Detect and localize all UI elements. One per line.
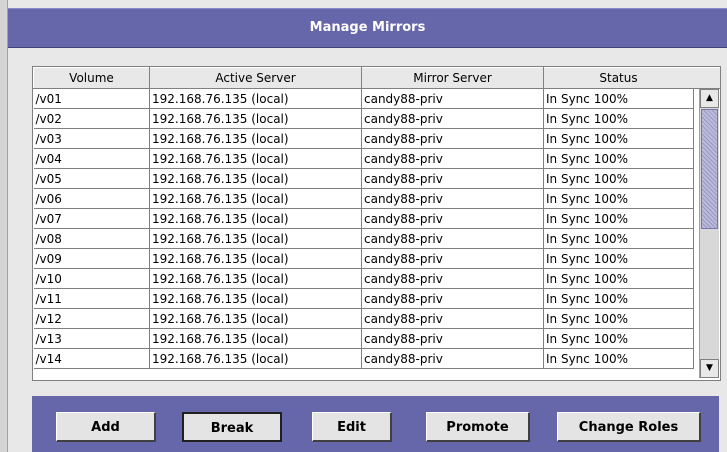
- cell-active-server: 192.168.76.135 (local): [149, 308, 362, 329]
- cell-mirror-server: candy88-priv: [361, 288, 544, 309]
- table-row[interactable]: /v01 192.168.76.135 (local) candy88-priv In…: [33, 88, 694, 109]
- table-row[interactable]: /v12 192.168.76.135 (local) candy88-priv In…: [33, 308, 694, 329]
- promote-button[interactable]: Promote: [426, 412, 530, 442]
- cell-mirror-server: candy88-priv: [361, 128, 544, 149]
- cell-volume: /v07: [33, 208, 150, 229]
- column-header-volume[interactable]: Volume: [33, 67, 150, 89]
- cell-status: In Sync 100%: [543, 188, 694, 209]
- cell-mirror-server: candy88-priv: [361, 308, 544, 329]
- table-row[interactable]: /v08 192.168.76.135 (local) candy88-priv In…: [33, 228, 694, 249]
- scrollbar-thumb[interactable]: [701, 109, 718, 229]
- manage-mirrors-panel: Manage Mirrors Volume Active Server Mirr…: [8, 0, 727, 452]
- action-button-bar: Add Break Edit Promote Change Roles: [32, 396, 719, 452]
- cell-volume: /v13: [33, 328, 150, 349]
- cell-active-server: 192.168.76.135 (local): [149, 288, 362, 309]
- cell-active-server: 192.168.76.135 (local): [149, 348, 362, 369]
- cell-mirror-server: candy88-priv: [361, 228, 544, 249]
- cell-volume: /v03: [33, 128, 150, 149]
- cell-status: In Sync 100%: [543, 248, 694, 269]
- table-row[interactable]: /v02 192.168.76.135 (local) candy88-priv In…: [33, 108, 694, 129]
- cell-mirror-server: candy88-priv: [361, 108, 544, 129]
- table-row[interactable]: /v10 192.168.76.135 (local) candy88-priv In…: [33, 268, 694, 289]
- cell-active-server: 192.168.76.135 (local): [149, 208, 362, 229]
- cell-status: In Sync 100%: [543, 328, 694, 349]
- cell-mirror-server: candy88-priv: [361, 348, 544, 369]
- cell-mirror-server: candy88-priv: [361, 248, 544, 269]
- cell-volume: /v02: [33, 108, 150, 129]
- column-header-mirror-server[interactable]: Mirror Server: [361, 67, 544, 89]
- cell-status: In Sync 100%: [543, 108, 694, 129]
- cell-active-server: 192.168.76.135 (local): [149, 248, 362, 269]
- cell-volume: /v14: [33, 348, 150, 369]
- cell-active-server: 192.168.76.135 (local): [149, 268, 362, 289]
- table-header-corner: [693, 67, 720, 89]
- mirrors-table-container: Volume Active Server Mirror Server Statu…: [32, 66, 721, 381]
- cell-status: In Sync 100%: [543, 148, 694, 169]
- cell-status: In Sync 100%: [543, 268, 694, 289]
- cell-active-server: 192.168.76.135 (local): [149, 168, 362, 189]
- table-header-row: Volume Active Server Mirror Server Statu…: [33, 67, 694, 89]
- cell-active-server: 192.168.76.135 (local): [149, 128, 362, 149]
- cell-volume: /v11: [33, 288, 150, 309]
- cell-active-server: 192.168.76.135 (local): [149, 88, 362, 109]
- cell-active-server: 192.168.76.135 (local): [149, 108, 362, 129]
- cell-status: In Sync 100%: [543, 128, 694, 149]
- cell-active-server: 192.168.76.135 (local): [149, 188, 362, 209]
- edit-button[interactable]: Edit: [312, 412, 392, 442]
- vertical-scrollbar[interactable]: ▲ ▼: [699, 89, 719, 378]
- column-header-status[interactable]: Status: [543, 67, 694, 89]
- cell-status: In Sync 100%: [543, 88, 694, 109]
- table-row[interactable]: /v13 192.168.76.135 (local) candy88-priv In…: [33, 328, 694, 349]
- cell-volume: /v04: [33, 148, 150, 169]
- cell-mirror-server: candy88-priv: [361, 268, 544, 289]
- table-body: /v01 192.168.76.135 (local) candy88-priv In…: [33, 88, 694, 369]
- arrow-down-icon[interactable]: ▼: [700, 359, 719, 378]
- cell-status: In Sync 100%: [543, 208, 694, 229]
- cell-active-server: 192.168.76.135 (local): [149, 328, 362, 349]
- arrow-up-icon[interactable]: ▲: [700, 89, 719, 108]
- table-row[interactable]: /v06 192.168.76.135 (local) candy88-priv In…: [33, 188, 694, 209]
- cell-status: In Sync 100%: [543, 168, 694, 189]
- cell-status: In Sync 100%: [543, 348, 694, 369]
- cell-mirror-server: candy88-priv: [361, 88, 544, 109]
- cell-status: In Sync 100%: [543, 228, 694, 249]
- add-button[interactable]: Add: [56, 412, 156, 442]
- cell-mirror-server: candy88-priv: [361, 208, 544, 229]
- cell-volume: /v10: [33, 268, 150, 289]
- change-roles-button[interactable]: Change Roles: [557, 412, 701, 442]
- table-row[interactable]: /v05 192.168.76.135 (local) candy88-priv In…: [33, 168, 694, 189]
- cell-volume: /v06: [33, 188, 150, 209]
- cell-mirror-server: candy88-priv: [361, 328, 544, 349]
- column-header-active-server[interactable]: Active Server: [149, 67, 362, 89]
- cell-active-server: 192.168.76.135 (local): [149, 228, 362, 249]
- break-button[interactable]: Break: [182, 412, 282, 442]
- cell-status: In Sync 100%: [543, 288, 694, 309]
- cell-volume: /v08: [33, 228, 150, 249]
- cell-volume: /v01: [33, 88, 150, 109]
- table-row[interactable]: /v11 192.168.76.135 (local) candy88-priv In…: [33, 288, 694, 309]
- cell-mirror-server: candy88-priv: [361, 148, 544, 169]
- table-row[interactable]: /v07 192.168.76.135 (local) candy88-priv In…: [33, 208, 694, 229]
- panel-title: Manage Mirrors: [8, 8, 727, 48]
- cell-mirror-server: candy88-priv: [361, 168, 544, 189]
- table-row[interactable]: /v04 192.168.76.135 (local) candy88-priv In…: [33, 148, 694, 169]
- cell-volume: /v12: [33, 308, 150, 329]
- table-row[interactable]: /v14 192.168.76.135 (local) candy88-priv In…: [33, 348, 694, 369]
- mirrors-table: Volume Active Server Mirror Server Statu…: [33, 67, 694, 369]
- cell-volume: /v05: [33, 168, 150, 189]
- cell-mirror-server: candy88-priv: [361, 188, 544, 209]
- table-row[interactable]: /v09 192.168.76.135 (local) candy88-priv In…: [33, 248, 694, 269]
- cell-volume: /v09: [33, 248, 150, 269]
- window-left-edge: [0, 0, 8, 452]
- cell-status: In Sync 100%: [543, 308, 694, 329]
- cell-active-server: 192.168.76.135 (local): [149, 148, 362, 169]
- table-row[interactable]: /v03 192.168.76.135 (local) candy88-priv In…: [33, 128, 694, 149]
